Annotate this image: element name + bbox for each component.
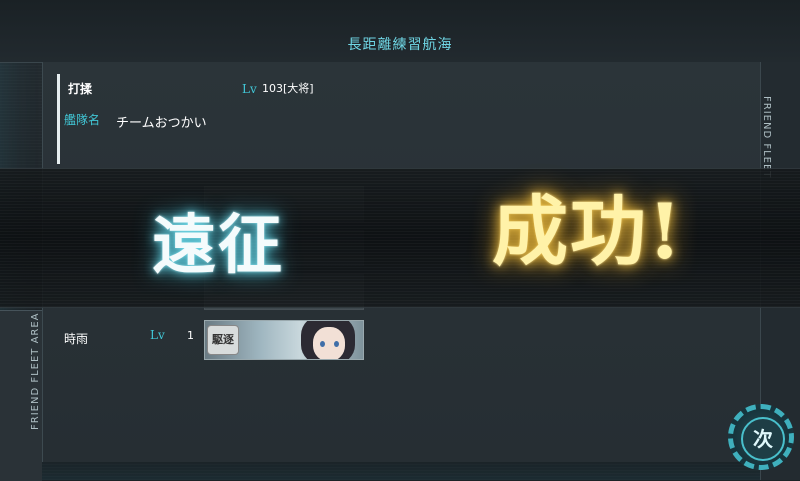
portrait-eye bbox=[334, 341, 339, 347]
fleet-name-label: 艦隊名 bbox=[64, 113, 101, 127]
expedition-text: 遠征 bbox=[152, 208, 284, 283]
portrait-face bbox=[313, 327, 345, 359]
portrait-eye bbox=[320, 341, 325, 347]
ship-portrait: 駆逐 bbox=[204, 320, 364, 360]
ship-level: 1 bbox=[187, 329, 194, 342]
friend-fleet-label: FRIEND FLEET bbox=[761, 96, 772, 179]
friend-fleet-area-label: FRIEND FLEET AREA bbox=[30, 312, 41, 430]
next-button[interactable]: 次 bbox=[741, 417, 785, 461]
success-text: 成功! bbox=[492, 187, 684, 276]
page-title: 長距離練習航海 bbox=[347, 37, 453, 53]
admiral-lv-label: Lv bbox=[242, 82, 257, 96]
info-accent-bar bbox=[57, 74, 60, 164]
ship-row: 時雨 Lv 1 駆逐 bbox=[60, 320, 370, 360]
ship-lv-label: Lv bbox=[150, 328, 165, 342]
admiral-name: 打揉 bbox=[68, 82, 93, 96]
fleet-name: チームおつかい bbox=[116, 116, 207, 131]
ship-type-badge: 駆逐 bbox=[207, 325, 239, 355]
admiral-level: 103[大将] bbox=[262, 82, 314, 95]
ship-name: 時雨 bbox=[64, 332, 89, 346]
